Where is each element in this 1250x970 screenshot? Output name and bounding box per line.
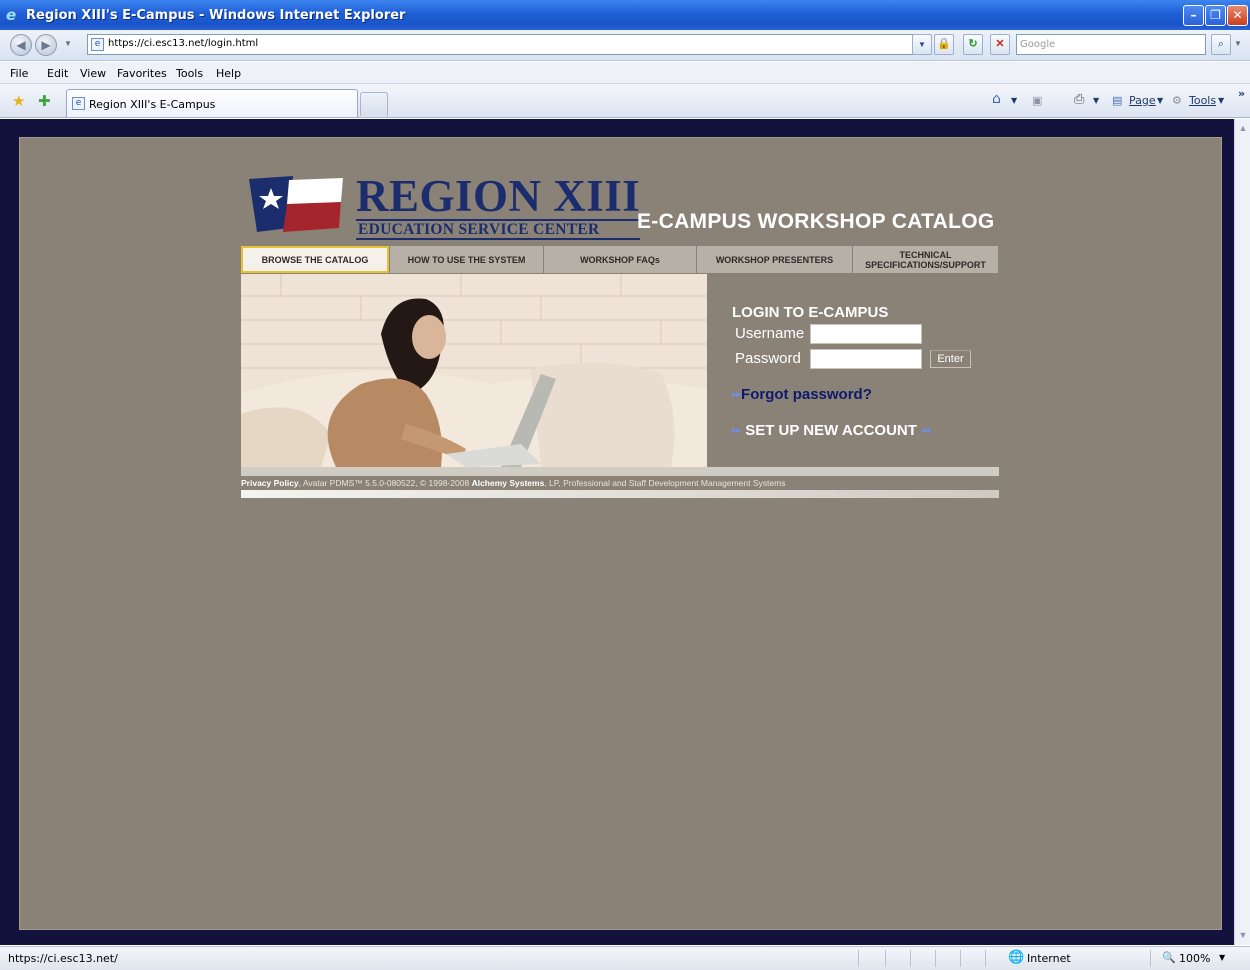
address-url: https://ci.esc13.net/login.html	[108, 38, 259, 49]
footer-divider-bottom	[241, 490, 999, 498]
home-dropdown-icon[interactable]: ▼	[1011, 96, 1017, 105]
browser-tab[interactable]: e Region XIII's E-Campus	[66, 89, 358, 117]
menu-view[interactable]: View	[80, 67, 106, 80]
status-divider	[885, 950, 886, 967]
tools-gear-icon: ⚙	[1172, 94, 1182, 107]
window-title-bar: e Region XIII's E-Campus - Windows Inter…	[0, 0, 1250, 30]
enter-button[interactable]: Enter	[930, 350, 971, 368]
toolbar-overflow-icon[interactable]: »	[1238, 87, 1245, 100]
search-icon[interactable]: ⌕	[1211, 34, 1231, 55]
tools-menu[interactable]: Tools	[1189, 94, 1216, 107]
texas-flag-logo	[249, 176, 343, 232]
print-icon[interactable]: ⎙	[1074, 92, 1084, 107]
back-button[interactable]: ◀	[10, 34, 32, 56]
security-zone: Internet	[1027, 952, 1071, 965]
menu-file[interactable]: File	[10, 67, 28, 80]
arrow-bullet-left-icon: ◂◂	[921, 425, 931, 435]
status-bar: https://ci.esc13.net/ 🌐 Internet 🔍 100% …	[0, 946, 1250, 970]
zoom-icon: 🔍	[1162, 951, 1176, 964]
new-tab-button[interactable]	[360, 92, 388, 116]
tab-title: Region XIII's E-Campus	[89, 98, 216, 111]
add-favorite-icon[interactable]: ✚	[38, 92, 51, 110]
window-title: Region XIII's E-Campus - Windows Interne…	[26, 8, 406, 23]
page-menu[interactable]: Page	[1129, 94, 1156, 107]
status-divider	[935, 950, 936, 967]
tab-workshop-presenters[interactable]: WORKSHOP PRESENTERS	[697, 246, 853, 273]
tab-bar: ★ ✚ e Region XIII's E-Campus ⌂ ▼ ▣ ⎙ ▼ ▤…	[0, 84, 1250, 118]
scroll-up-icon[interactable]: ▲	[1237, 122, 1249, 134]
arrow-bullet-icon: ▸▸	[732, 389, 742, 399]
menu-bar: File Edit View Favorites Tools Help	[0, 62, 1250, 84]
status-divider	[1150, 950, 1151, 967]
address-dropdown-icon[interactable]: ▼	[912, 34, 932, 55]
tab-browse-catalog[interactable]: BROWSE THE CATALOG	[241, 246, 389, 273]
alchemy-systems-link[interactable]: Alchemy Systems	[472, 478, 545, 488]
page-icon: e	[91, 38, 104, 51]
menu-tools[interactable]: Tools	[176, 67, 203, 80]
password-field[interactable]	[810, 349, 922, 369]
privacy-policy-link[interactable]: Privacy Policy	[241, 478, 299, 488]
menu-edit[interactable]: Edit	[47, 67, 68, 80]
tab-page-icon: e	[72, 97, 85, 110]
forward-button[interactable]: ▶	[35, 34, 57, 56]
catalog-title: E-CAMPUS WORKSHOP CATALOG	[637, 210, 995, 233]
footer-version: , Avatar PDMS™ 5.5.0-080522, © 1998-2008	[298, 478, 472, 488]
logo-title: REGION XIII	[356, 171, 641, 221]
new-account-label: SET UP NEW ACCOUNT	[745, 422, 917, 439]
footer-divider	[241, 467, 999, 476]
page-menu-icon: ▤	[1112, 94, 1123, 107]
favorites-star-icon[interactable]: ★	[12, 92, 25, 110]
tab-workshop-faqs[interactable]: WORKSHOP FAQs	[544, 246, 697, 273]
footer-text: Privacy Policy, Avatar PDMS™ 5.5.0-08052…	[241, 478, 999, 488]
region-logo-text: REGION XIII EDUCATION SERVICE CENTER	[356, 171, 641, 240]
stop-icon[interactable]: ✕	[990, 34, 1010, 55]
menu-favorites[interactable]: Favorites	[117, 67, 167, 80]
page-dropdown-icon[interactable]: ▼	[1157, 96, 1163, 105]
status-divider	[960, 950, 961, 967]
menu-help[interactable]: Help	[216, 67, 241, 80]
refresh-icon[interactable]: ↻	[963, 34, 983, 55]
lock-icon[interactable]: 🔒	[934, 34, 954, 55]
footer-company: , LP, Professional and Staff Development…	[544, 478, 786, 488]
scroll-down-icon[interactable]: ▼	[1237, 929, 1249, 941]
forgot-password-label: Forgot password?	[741, 386, 872, 403]
status-divider	[910, 950, 911, 967]
home-icon[interactable]: ⌂	[992, 91, 1001, 107]
history-dropdown-icon[interactable]: ▼	[64, 39, 72, 48]
woman-laptop-photo	[241, 274, 707, 467]
print-dropdown-icon[interactable]: ▼	[1093, 96, 1099, 105]
feeds-icon[interactable]: ▣	[1032, 94, 1042, 107]
minimize-button[interactable]: –	[1183, 5, 1204, 26]
username-field[interactable]	[810, 324, 922, 344]
address-toolbar: ◀ ▶ ▼ e https://ci.esc13.net/login.html …	[0, 30, 1250, 61]
zoom-level[interactable]: 100%	[1179, 952, 1210, 965]
tab-technical-support[interactable]: TECHNICAL SPECIFICATIONS/SUPPORT	[853, 246, 999, 273]
password-label: Password	[735, 350, 801, 367]
status-divider	[985, 950, 986, 967]
search-options-icon[interactable]: ▼	[1234, 39, 1242, 48]
search-input[interactable]: Google	[1016, 34, 1206, 55]
logo-subtitle: EDUCATION SERVICE CENTER	[356, 219, 641, 240]
status-url: https://ci.esc13.net/	[8, 952, 118, 965]
close-button[interactable]: ✕	[1227, 5, 1248, 26]
status-divider	[858, 950, 859, 967]
arrow-bullet-icon: ▸▸	[732, 425, 742, 435]
ie-logo-icon: e	[6, 6, 17, 24]
login-heading: LOGIN TO E-CAMPUS	[732, 304, 889, 321]
tab-how-to-use[interactable]: HOW TO USE THE SYSTEM	[390, 246, 544, 273]
globe-icon: 🌐	[1008, 950, 1025, 965]
address-input[interactable]: e https://ci.esc13.net/login.html	[87, 34, 917, 55]
new-account-link[interactable]: ▸▸ SET UP NEW ACCOUNT ◂◂	[732, 422, 930, 439]
tools-dropdown-icon[interactable]: ▼	[1218, 96, 1224, 105]
restore-button[interactable]: ❐	[1205, 5, 1226, 26]
forgot-password-link[interactable]: ▸▸Forgot password?	[732, 386, 872, 403]
username-label: Username	[735, 325, 805, 342]
zoom-dropdown-icon[interactable]: ▼	[1219, 953, 1225, 962]
vertical-scrollbar[interactable]: ▲ ▼	[1234, 119, 1250, 945]
